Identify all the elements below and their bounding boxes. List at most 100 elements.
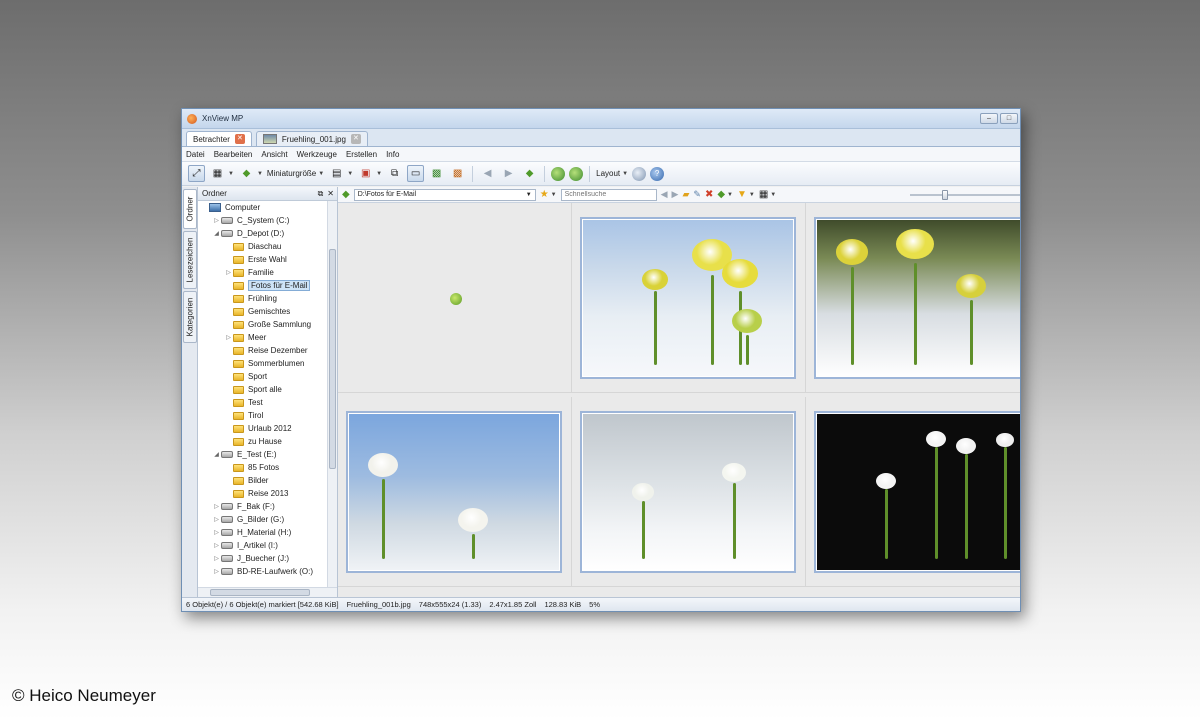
tree-node[interactable]: Urlaub 2012 (198, 422, 327, 435)
photo-thumbnail[interactable] (580, 217, 796, 379)
chevron-down-icon[interactable]: ▼ (770, 192, 776, 198)
photo-thumbnail[interactable] (580, 411, 796, 573)
tree-node[interactable]: Sommerblumen (198, 357, 327, 370)
close-icon[interactable]: ✕ (327, 189, 334, 199)
expand-arrow-icon[interactable]: ▷ (212, 568, 221, 575)
menu-create[interactable]: Erstellen (346, 150, 377, 159)
tree-node[interactable]: Sport alle (198, 383, 327, 396)
tree-node[interactable]: Reise 2013 (198, 487, 327, 500)
tree-node[interactable]: Tirol (198, 409, 327, 422)
expand-arrow-icon[interactable]: ◢ (212, 451, 221, 458)
tree-vertical-scrollbar[interactable] (327, 201, 337, 587)
chevron-down-icon[interactable]: ▼ (257, 171, 263, 177)
minimize-button[interactable]: – (980, 113, 998, 124)
tree-node[interactable]: ▷ H_Material (H:) (198, 526, 327, 539)
thumbnail-cell[interactable] (572, 203, 806, 393)
chevron-down-icon[interactable]: ▼ (376, 171, 382, 177)
chevron-down-icon[interactable]: ▼ (749, 192, 755, 198)
tree-horizontal-scrollbar[interactable] (198, 587, 337, 597)
rotate-left-icon[interactable] (551, 166, 566, 181)
tab-browser[interactable]: Betrachter ✕ (186, 131, 252, 146)
star-icon[interactable]: ★ (540, 189, 549, 200)
tree-node[interactable]: ▷ BD-RE-Laufwerk (O:) (198, 565, 327, 578)
expand-arrow-icon[interactable]: ▷ (212, 217, 221, 224)
slider-knob[interactable] (942, 189, 948, 200)
tree-node[interactable]: 85 Fotos (198, 461, 327, 474)
tree-node[interactable]: ▷ Familie (198, 266, 327, 279)
delete-icon[interactable]: ✖ (705, 189, 713, 200)
tree-node[interactable]: ◢ D_Depot (D:) (198, 227, 327, 240)
filter-icon[interactable]: ▼ (737, 189, 747, 200)
float-icon[interactable]: ⧉ (318, 189, 324, 199)
thumbnail-size-slider[interactable] (910, 189, 1020, 201)
tree-node[interactable]: Große Sammlung (198, 318, 327, 331)
thumbnail-cell[interactable] (572, 397, 806, 587)
compare-icon[interactable]: ⧉ (386, 165, 403, 182)
close-icon[interactable]: ✕ (234, 134, 245, 144)
tab-folders[interactable]: Ordner (183, 189, 197, 229)
search-input[interactable] (560, 188, 657, 201)
tree-node[interactable]: ▷ F_Bak (F:) (198, 500, 327, 513)
expand-arrow-icon[interactable]: ▷ (212, 516, 221, 523)
batch-convert-icon[interactable]: ▩ (428, 165, 445, 182)
thumbnail-cell[interactable] (338, 397, 572, 587)
maximize-button[interactable]: □ (1000, 113, 1018, 124)
menu-tools[interactable]: Werkzeuge (297, 150, 337, 159)
expand-arrow-icon[interactable]: ▷ (224, 269, 233, 276)
tree-node[interactable]: ▷ C_System (C:) (198, 214, 327, 227)
batch-rename-icon[interactable]: ▩ (449, 165, 466, 182)
expand-arrow-icon[interactable]: ▷ (224, 334, 233, 341)
menu-file[interactable]: Datei (186, 150, 205, 159)
tree-node[interactable]: Frühling (198, 292, 327, 305)
tag-icon[interactable]: ◆ (238, 165, 255, 182)
tree-node[interactable]: Gemischtes (198, 305, 327, 318)
view-mode-icon[interactable]: ▦ (209, 165, 226, 182)
tree-node[interactable]: Fotos für E-Mail (198, 279, 327, 292)
expand-arrow-icon[interactable]: ◢ (212, 230, 221, 237)
tree-node[interactable]: Diaschau (198, 240, 327, 253)
chevron-down-icon[interactable]: ▼ (526, 192, 532, 198)
thumbnail-size-label[interactable]: Miniaturgröße (267, 169, 316, 178)
expand-arrow-icon[interactable]: ▷ (212, 542, 221, 549)
new-folder-icon[interactable]: ▰ (682, 189, 689, 200)
chevron-down-icon[interactable]: ▼ (318, 171, 324, 177)
tree-node[interactable]: ▷ Meer (198, 331, 327, 344)
tree-node[interactable]: ▷ G_Bilder (G:) (198, 513, 327, 526)
tree-node[interactable]: ◢ E_Test (E:) (198, 448, 327, 461)
menu-info[interactable]: Info (386, 150, 399, 159)
help-icon[interactable]: ? (650, 166, 665, 181)
layout-label[interactable]: Layout (596, 169, 620, 178)
path-field[interactable]: D:\Fotos für E-Mail ▼ (353, 188, 536, 201)
tag-icon[interactable]: ◆ (521, 165, 538, 182)
edit-icon[interactable]: ✎ (693, 189, 701, 200)
tree-node[interactable]: ▷ I_Artikel (I:) (198, 539, 327, 552)
columns-icon[interactable]: ▦ (759, 189, 768, 200)
tree-node[interactable]: Bilder (198, 474, 327, 487)
thumbnail-cell[interactable] (806, 203, 1020, 393)
thumbnail-cell[interactable] (338, 203, 572, 393)
expand-arrow-icon[interactable]: ▷ (212, 555, 221, 562)
menu-edit[interactable]: Bearbeiten (214, 150, 253, 159)
arrow-right-icon[interactable]: ▶ (672, 189, 679, 200)
tag-icon[interactable]: ◆ (717, 189, 725, 200)
expand-arrow-icon[interactable]: ▷ (212, 529, 221, 536)
fullscreen-icon[interactable]: ⤢ (188, 165, 205, 182)
tree-node[interactable]: zu Hause (198, 435, 327, 448)
close-icon[interactable]: ✕ (350, 134, 361, 144)
rotate-right-icon[interactable] (569, 166, 584, 181)
tab-image[interactable]: Fruehling_001.jpg ✕ (255, 131, 368, 146)
tab-bookmarks[interactable]: Lesezeichen (183, 231, 197, 289)
gear-icon[interactable] (632, 166, 647, 181)
photo-thumbnail[interactable] (814, 217, 1020, 379)
chevron-down-icon[interactable]: ▼ (727, 192, 733, 198)
tree-node[interactable]: ▷ J_Buecher (J:) (198, 552, 327, 565)
go-icon[interactable]: ◆ (342, 189, 350, 200)
chevron-down-icon[interactable]: ▼ (228, 171, 234, 177)
chevron-down-icon[interactable]: ▼ (551, 192, 557, 198)
arrow-left-icon[interactable]: ◀ (661, 189, 668, 200)
tree-node[interactable]: Reise Dezember (198, 344, 327, 357)
scrollbar-thumb[interactable] (210, 589, 310, 596)
tree-node[interactable]: Computer (198, 201, 327, 214)
tree-node[interactable]: Erste Wahl (198, 253, 327, 266)
slideshow-icon[interactable]: ▭ (407, 165, 425, 182)
